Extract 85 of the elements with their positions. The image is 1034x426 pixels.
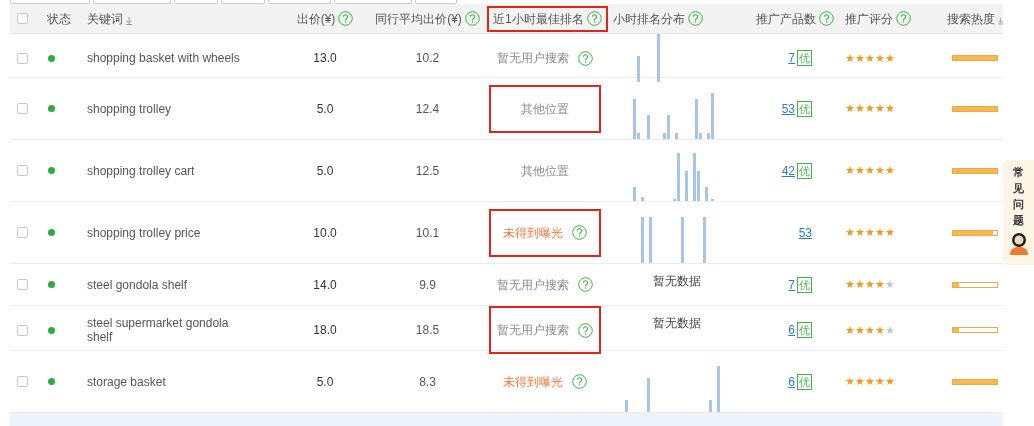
- quality-badge: 优: [797, 50, 812, 66]
- column-header: 近1小时最佳排名: [493, 10, 584, 28]
- average-bid: 10.2: [415, 50, 440, 67]
- rank-status: 暂无用户搜索: [497, 50, 569, 67]
- keyword: shopping trolley price: [87, 225, 201, 240]
- bid: 5.0: [316, 162, 334, 180]
- quality-badge: 优: [797, 276, 812, 293]
- product-count-link[interactable]: 6: [788, 372, 795, 391]
- checkbox[interactable]: [17, 279, 28, 290]
- rank-status: 未得到曝光: [503, 224, 563, 242]
- help-icon[interactable]: [896, 11, 911, 26]
- star-rating: ★★★★★: [845, 376, 895, 387]
- rank-status: 其他位置: [521, 162, 569, 180]
- help-icon[interactable]: [586, 11, 602, 26]
- product-count-link[interactable]: 7: [788, 49, 795, 67]
- help-icon[interactable]: [688, 11, 703, 26]
- checkbox[interactable]: [17, 103, 28, 114]
- star-rating: ★★★★★: [845, 279, 895, 290]
- checkbox[interactable]: [17, 227, 28, 238]
- star-rating: ★★★★★: [845, 165, 895, 176]
- column-header: 小时排名分布: [613, 10, 685, 28]
- average-bid: 8.3: [419, 373, 436, 391]
- average-bid: 12.4: [415, 100, 440, 118]
- keyword: shopping trolley: [87, 101, 172, 116]
- help-icon[interactable]: [464, 11, 480, 26]
- bid: 5.0: [316, 373, 334, 391]
- keyword: steel supermarket gondola shelf: [87, 316, 230, 344]
- star-rating: ★★★★★: [845, 52, 895, 64]
- bid: 18.0: [313, 322, 337, 339]
- star-rating: ★★★★★: [845, 324, 895, 336]
- rank-status: 暂无用户搜索: [497, 276, 569, 294]
- rank-status: 暂无用户搜索: [497, 322, 569, 339]
- quality-badge: 优: [797, 322, 812, 338]
- help-icon[interactable]: [338, 11, 354, 26]
- average-bid: 10.1: [415, 224, 440, 242]
- help-icon[interactable]: [819, 11, 834, 26]
- rank-distribution-sparkline: [641, 217, 706, 263]
- product-count-link[interactable]: 42: [781, 161, 795, 180]
- product-count-link[interactable]: 53: [781, 99, 795, 118]
- sort-icon[interactable]: [126, 16, 132, 25]
- help-icon[interactable]: [572, 374, 587, 389]
- column-header: 状态: [47, 10, 71, 28]
- avatar-icon: [1007, 230, 1030, 255]
- column-header: 关键词: [87, 10, 123, 28]
- keyword: storage basket: [87, 374, 166, 389]
- help-icon[interactable]: [578, 277, 593, 292]
- product-count-link[interactable]: 6: [788, 321, 795, 339]
- quality-badge: 优: [797, 100, 812, 117]
- keyword: shopping basket with wheels: [87, 51, 240, 65]
- help-icon[interactable]: [578, 322, 593, 338]
- star-rating: ★★★★★: [845, 227, 895, 238]
- average-bid: 12.5: [415, 162, 440, 180]
- bid: 14.0: [313, 276, 337, 294]
- average-bid: 18.5: [415, 322, 440, 339]
- column-header: 推广评分: [845, 10, 893, 28]
- quality-badge: 优: [797, 162, 812, 179]
- column-header: 搜索热度: [947, 10, 995, 28]
- checkbox[interactable]: [17, 13, 28, 24]
- product-count-link[interactable]: 53: [798, 223, 812, 242]
- checkbox[interactable]: [17, 324, 28, 336]
- checkbox[interactable]: [17, 376, 28, 387]
- star-rating: ★★★★★: [845, 103, 895, 114]
- keyword: shopping trolley cart: [87, 163, 195, 178]
- no-data-text: 暂无数据: [653, 273, 701, 288]
- rank-status: 未得到曝光: [503, 373, 563, 391]
- quality-badge: 优: [797, 373, 812, 390]
- column-header: 同行平均出价(¥): [375, 10, 462, 28]
- rank-distribution-sparkline: [637, 34, 660, 82]
- average-bid: 9.9: [419, 276, 436, 294]
- column-header: 推广产品数: [756, 10, 816, 28]
- bid: 10.0: [313, 224, 337, 242]
- sort-icon[interactable]: [998, 16, 1003, 25]
- bid: 13.0: [313, 50, 337, 67]
- help-icon[interactable]: [572, 225, 587, 240]
- checkbox[interactable]: [17, 52, 28, 64]
- no-data-text: 暂无数据: [653, 315, 701, 330]
- column-header: 出价(¥): [296, 10, 336, 28]
- help-icon[interactable]: [578, 50, 593, 66]
- checkbox[interactable]: [17, 165, 28, 176]
- bid: 5.0: [316, 100, 334, 118]
- keyword: steel gondola shelf: [87, 277, 188, 292]
- faq-widget[interactable]: 常见问题: [1003, 160, 1034, 265]
- rank-status: 其他位置: [521, 100, 569, 118]
- faq-label: 常见问题: [1013, 165, 1024, 228]
- product-count-link[interactable]: 7: [788, 275, 795, 294]
